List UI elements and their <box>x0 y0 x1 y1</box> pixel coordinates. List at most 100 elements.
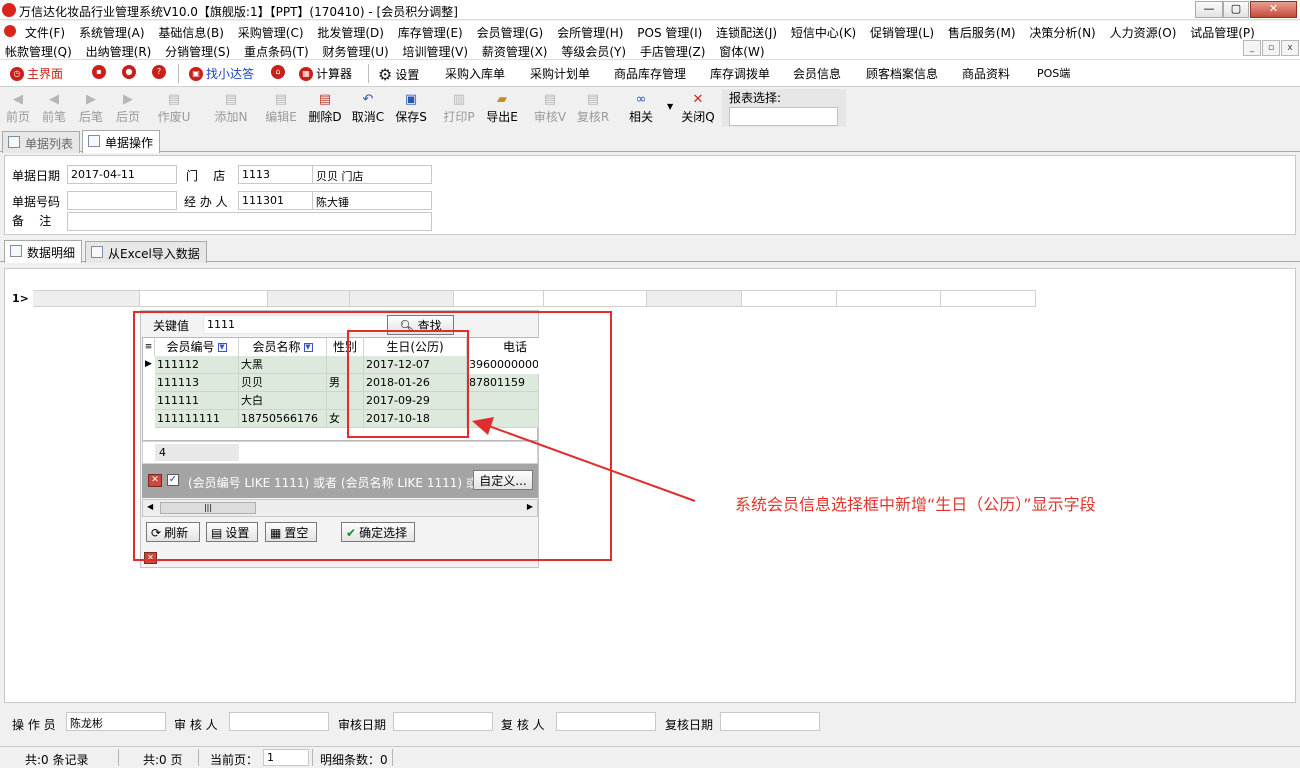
menu-hr[interactable]: 人力资源(O) <box>1105 21 1182 41</box>
grid-cell[interactable] <box>837 290 941 307</box>
edit-button[interactable]: ▤ 编辑E <box>259 90 303 126</box>
link-member-info[interactable]: 会员信息 <box>793 65 841 82</box>
link-pos[interactable]: POS端 <box>1037 65 1070 81</box>
review-date-field[interactable] <box>720 712 820 731</box>
grid-cell[interactable] <box>941 290 1036 307</box>
menu-sms[interactable]: 短信中心(K) <box>786 21 861 41</box>
annotation-text: 系统会员信息选择框中新增“生日（公历）”显示字段 <box>735 495 1096 514</box>
minimize-button[interactable]: — <box>1195 1 1223 18</box>
menu-window[interactable]: 窗体(W) <box>714 40 769 60</box>
last-page-button[interactable]: ▶ 后页 <box>106 90 150 126</box>
menu-payroll[interactable]: 薪资管理(X) <box>477 40 553 60</box>
menu-club[interactable]: 会所管理(H) <box>552 21 628 41</box>
tab-excel-import[interactable]: 从Excel导入数据 <box>85 241 207 263</box>
annotation-arrow <box>472 417 696 502</box>
date-field[interactable]: 2017-04-11 <box>67 165 177 184</box>
delete-button[interactable]: ▤ 删除D <box>303 90 347 126</box>
store-name-field[interactable]: 贝贝 门店 <box>312 165 432 184</box>
related-button[interactable]: ∞ 相关 <box>619 90 663 126</box>
remark-field[interactable] <box>67 212 432 231</box>
menu-chain-delivery[interactable]: 连锁配送(J) <box>711 21 782 41</box>
calculator-shortcut[interactable]: ▦ 计算器 <box>299 65 352 82</box>
current-page-input[interactable]: 1 <box>263 749 309 766</box>
handler-name-field[interactable]: 陈大锤 <box>312 191 432 210</box>
reviewer-field[interactable] <box>556 712 656 731</box>
grid-cell[interactable] <box>140 290 268 307</box>
menu-file[interactable]: 文件(F) <box>20 21 70 41</box>
menu-shop[interactable]: 手店管理(Z) <box>635 40 711 60</box>
menu-member[interactable]: 会员管理(G) <box>472 21 549 41</box>
link-purchase-plan[interactable]: 采购计划单 <box>530 65 590 82</box>
settings-shortcut[interactable]: ⚙ 设置 <box>378 65 419 84</box>
menu-samples[interactable]: 试品管理(P) <box>1185 21 1260 41</box>
grid-cell[interactable] <box>647 290 742 307</box>
house-shortcut[interactable]: ⌂ <box>271 65 285 79</box>
operator-field[interactable]: 陈龙彬 <box>66 712 166 731</box>
print-button[interactable]: ▥ 打印P <box>437 90 481 126</box>
handler-code-field[interactable]: 111301 <box>238 191 316 210</box>
mdi-minimize-button[interactable]: _ <box>1243 40 1261 56</box>
grid-cell[interactable] <box>742 290 837 307</box>
menu-distribution[interactable]: 分销管理(S) <box>160 40 235 60</box>
menu-system[interactable]: 系统管理(A) <box>74 21 150 41</box>
link-stock-mgmt[interactable]: 商品库存管理 <box>614 65 686 82</box>
grid-cell[interactable] <box>33 290 140 307</box>
home-shortcut[interactable]: ◷ 主界面 <box>10 65 63 82</box>
menu-basic-info[interactable]: 基础信息(B) <box>153 21 229 41</box>
tab-document-operation[interactable]: 单据操作 <box>82 130 161 153</box>
audit-button[interactable]: ▤ 审核V <box>528 90 572 126</box>
calculator-icon: ▦ <box>299 66 313 81</box>
menu-cashier[interactable]: 出纳管理(R) <box>81 40 157 60</box>
menu-pos[interactable]: POS 管理(I) <box>632 21 707 41</box>
menu-level-member[interactable]: 等级会员(Y) <box>556 40 631 60</box>
help-shortcut[interactable]: ? <box>152 65 166 79</box>
void-button[interactable]: ▤ 作废U <box>152 90 196 126</box>
mdi-restore-button[interactable]: ▫ <box>1262 40 1280 56</box>
grid-cell[interactable] <box>544 290 647 307</box>
report-select-input[interactable] <box>729 107 838 126</box>
find-assistant-shortcut[interactable]: ▣ 找小达答 <box>189 65 254 82</box>
edit-doc-icon: ▤ <box>274 92 288 107</box>
lock-shortcut[interactable]: ▪ <box>92 65 106 79</box>
auditor-field[interactable] <box>229 712 329 731</box>
menu-accounts[interactable]: 帐款管理(Q) <box>0 40 77 60</box>
cancel-button[interactable]: ↶ 取消C <box>346 90 390 126</box>
store-code-field[interactable]: 1113 <box>238 165 316 184</box>
related-dropdown-icon[interactable]: ▼ <box>667 102 673 111</box>
close-form-button[interactable]: ✕ 关闭Q <box>676 90 720 126</box>
tab-data-detail[interactable]: 数据明细 <box>4 240 83 263</box>
menu-inventory[interactable]: 库存管理(E) <box>393 21 468 41</box>
save-button[interactable]: ▣ 保存S <box>389 90 433 126</box>
grid-cell[interactable] <box>350 290 454 307</box>
menu-analysis[interactable]: 决策分析(N) <box>1024 21 1100 41</box>
menu-training[interactable]: 培训管理(V) <box>398 40 474 60</box>
menu-promotion[interactable]: 促销管理(L) <box>865 21 939 41</box>
status-bar: 共:0 条记录 共:0 页 当前页： 1 明细条数：0 <box>0 746 1300 768</box>
chat-shortcut[interactable]: ● <box>122 65 136 79</box>
menu-aftersales[interactable]: 售后服务(M) <box>943 21 1021 41</box>
link-customer-files[interactable]: 顾客档案信息 <box>866 65 938 82</box>
tab-document-list[interactable]: 单据列表 <box>2 131 81 153</box>
audit-date-field[interactable] <box>393 712 493 731</box>
docno-field[interactable] <box>67 191 177 210</box>
detail-grid-row[interactable] <box>33 290 1036 307</box>
menu-finance[interactable]: 财务管理(U) <box>318 40 394 60</box>
close-window-button[interactable]: ✕ <box>1250 1 1297 18</box>
grid-cell[interactable] <box>454 290 544 307</box>
data-icon <box>10 245 22 257</box>
link-purchase-in[interactable]: 采购入库单 <box>445 65 505 82</box>
mdi-close-button[interactable]: x <box>1281 40 1299 56</box>
signature-panel: 操 作 员 陈龙彬 审 核 人 审核日期 复 核 人 复核日期 <box>4 707 1296 741</box>
add-button[interactable]: ▤ 添加N <box>209 90 253 126</box>
link-goods[interactable]: 商品资料 <box>962 65 1010 82</box>
audit-date-label: 审核日期 <box>338 718 387 732</box>
menu-purchase[interactable]: 采购管理(C) <box>233 21 309 41</box>
menu-wholesale[interactable]: 批发管理(D) <box>312 21 389 41</box>
link-icon: ∞ <box>635 92 647 107</box>
review-button[interactable]: ▤ 复核R <box>571 90 615 126</box>
maximize-button[interactable]: ▢ <box>1223 1 1249 18</box>
menu-barcode[interactable]: 重点条码(T) <box>239 40 314 60</box>
export-button[interactable]: ▰ 导出E <box>480 90 524 126</box>
link-transfer[interactable]: 库存调拨单 <box>710 65 770 82</box>
grid-cell[interactable] <box>268 290 350 307</box>
